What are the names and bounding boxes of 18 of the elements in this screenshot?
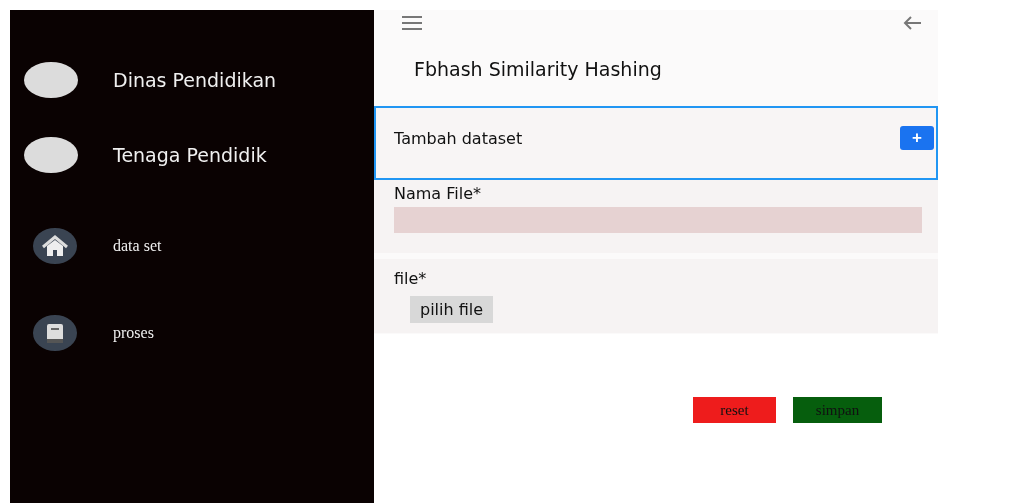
sidebar-item[interactable]: data set [113,236,162,255]
avatar-icon [24,136,78,173]
menu-icon[interactable] [402,16,422,30]
sidebar-item[interactable]: proses [113,323,154,342]
field-label: Nama File* [394,184,483,203]
add-button[interactable]: + [900,126,934,150]
book-icon [33,314,77,351]
sidebar-item[interactable]: Tenaga Pendidik [113,143,267,166]
choose-file-button[interactable]: pilih file [410,296,494,323]
field-label: file* [394,269,428,288]
back-icon[interactable] [902,15,922,31]
reset-button[interactable]: reset [693,397,776,423]
page-title: Fbhash Similarity Hashing [414,58,663,82]
input-field[interactable] [394,207,922,233]
home-icon [33,227,77,264]
card-title: Tambah dataset [394,128,523,148]
avatar-icon [24,61,78,98]
sidebar-item[interactable]: Dinas Pendidikan [113,68,277,91]
